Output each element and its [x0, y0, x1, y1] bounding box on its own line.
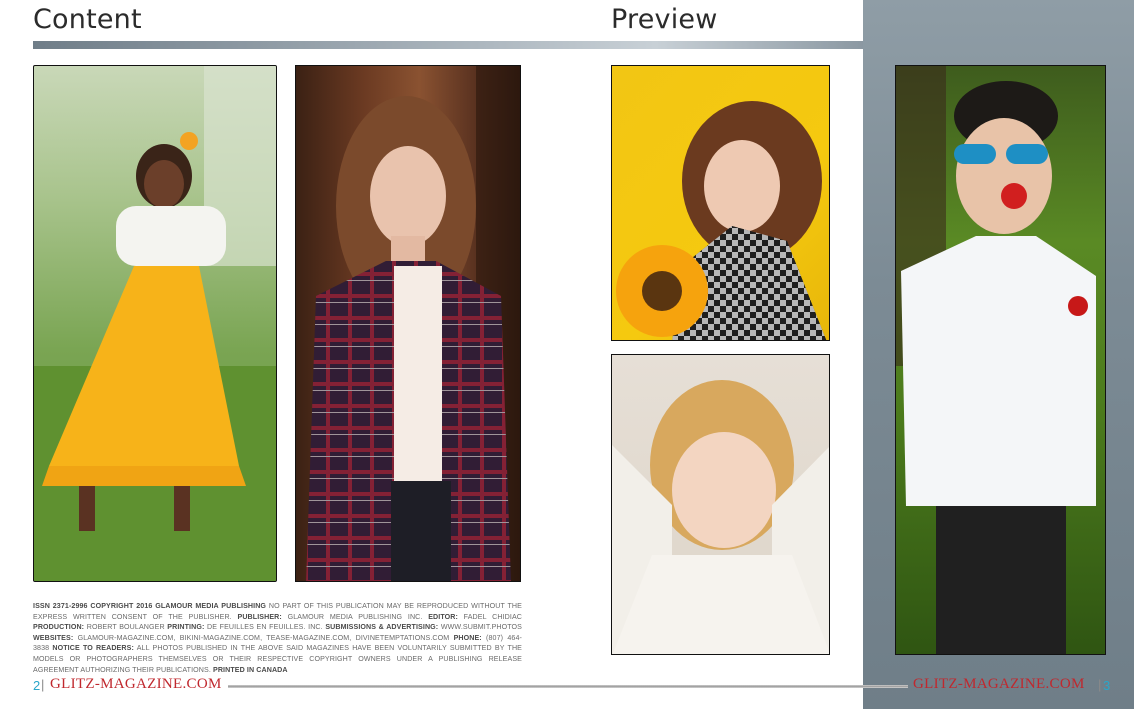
girl-yellow-dress-photo[interactable] — [33, 65, 277, 582]
printing-label: PRINTING: — [167, 623, 205, 632]
printing-text: DE FEUILLES EN FEUILLES. INC. — [204, 623, 326, 632]
production-label: PRODUCTION: — [33, 623, 85, 632]
notice-label: NOTICE TO READERS: — [52, 644, 134, 653]
submissions-text: WWW.SUBMIT.PHOTOS — [438, 623, 523, 632]
content-heading: Content — [33, 4, 142, 35]
publisher-label: PUBLISHER: — [237, 612, 282, 621]
boy-rose-sunglasses-photo[interactable] — [895, 65, 1106, 655]
header-divider-bar — [33, 41, 863, 49]
preview-heading: Preview — [611, 4, 718, 35]
footer-separator-left: | — [41, 677, 45, 692]
editor-label: EDITOR: — [428, 612, 458, 621]
editor-text: FADEL CHIDIAC — [457, 612, 522, 621]
footer-separator-right: | — [1098, 677, 1102, 692]
footer-brand-left[interactable]: GLITZ-MAGAZINE.COM — [50, 676, 222, 693]
footer-divider-line — [228, 685, 908, 688]
girl-sunflower-photo[interactable] — [611, 65, 830, 341]
girl-plaid-shirt-photo[interactable] — [295, 65, 521, 582]
page-number-right: 3 — [1103, 678, 1111, 693]
colophon-text: ISSN 2371-2996 COPYRIGHT 2016 GLAMOUR ME… — [33, 601, 522, 675]
submissions-label: SUBMISSIONS & ADVERTISING: — [325, 623, 439, 632]
printed-label: PRINTED IN CANADA — [213, 665, 288, 674]
websites-text: GLAMOUR-MAGAZINE.COM, BIKINI-MAGAZINE.CO… — [73, 633, 454, 642]
publisher-text: GLAMOUR MEDIA PUBLISHING INC. — [281, 612, 429, 621]
blonde-girl-sweater-photo[interactable] — [611, 354, 830, 655]
phone-label: PHONE: — [453, 633, 482, 642]
page-number-left: 2 — [33, 678, 41, 693]
production-text: ROBERT BOULANGER — [84, 623, 168, 632]
issn-label: ISSN 2371-2996 COPYRIGHT 2016 GLAMOUR ME… — [33, 602, 267, 610]
footer-brand-right[interactable]: GLITZ-MAGAZINE.COM — [913, 676, 1085, 693]
websites-label: WEBSITES: — [33, 633, 74, 642]
